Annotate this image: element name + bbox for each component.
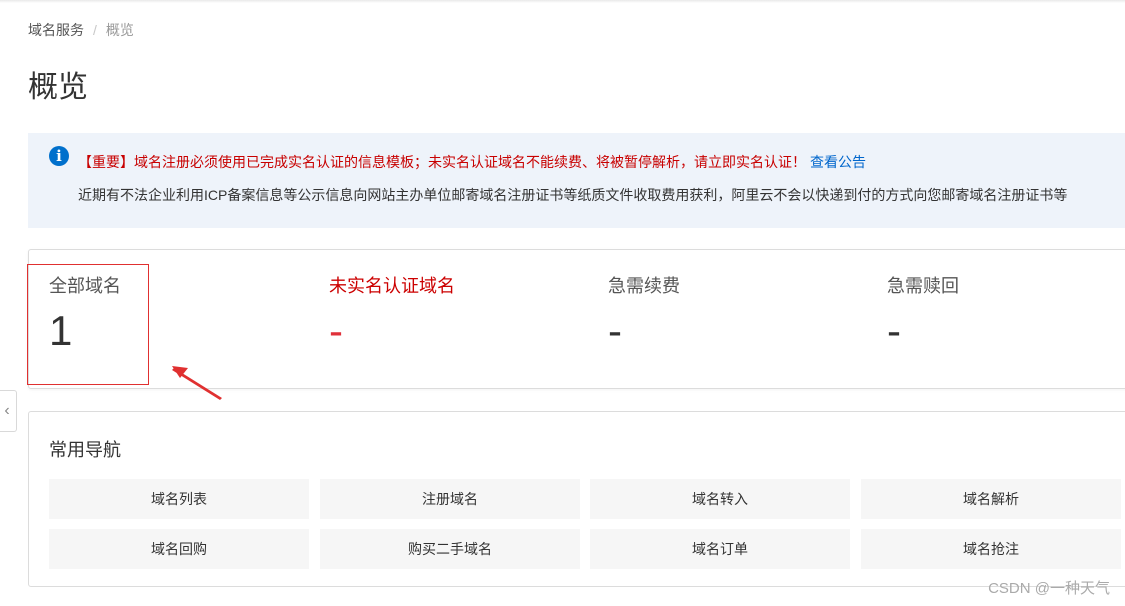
- stat-unverified-domains[interactable]: 未实名认证域名 -: [329, 272, 455, 352]
- nav-register-domain[interactable]: 注册域名: [320, 479, 580, 519]
- notice-banner: i 【重要】域名注册必须使用已完成实名认证的信息模板；未实名认证域名不能续费、将…: [28, 133, 1125, 228]
- stat-urgent-renewal[interactable]: 急需续费 -: [608, 272, 680, 352]
- breadcrumb-domain-service[interactable]: 域名服务: [28, 22, 84, 38]
- stat-label: 急需续费: [608, 276, 680, 296]
- nav-buy-used-domain[interactable]: 购买二手域名: [320, 529, 580, 569]
- breadcrumb-current: 概览: [105, 22, 134, 38]
- annotation-highlight-box: [27, 264, 149, 385]
- stat-urgent-redemption[interactable]: 急需赎回 -: [887, 272, 959, 352]
- watermark: CSDN @一种天气: [988, 580, 1110, 597]
- stat-value: -: [329, 307, 343, 354]
- chevron-left-icon: ‹: [4, 402, 10, 419]
- quick-nav-title: 常用导航: [49, 440, 121, 460]
- stat-value: -: [608, 307, 622, 354]
- red-arrow-annotation: [172, 366, 222, 400]
- breadcrumb-separator: /: [93, 22, 97, 38]
- notice-important-text: 【重要】域名注册必须使用已完成实名认证的信息模板；未实名认证域名不能续费、将被暂…: [78, 154, 806, 170]
- quick-nav-card: 常用导航 域名列表 注册域名 域名转入 域名解析 域名回购 购买二手域名 域名订…: [28, 411, 1125, 587]
- top-shadow: [0, 0, 1125, 3]
- page-title: 概览: [28, 71, 88, 104]
- nav-transfer-domain[interactable]: 域名转入: [590, 479, 850, 519]
- view-announcement-link[interactable]: 查看公告: [810, 154, 866, 170]
- nav-domain-list[interactable]: 域名列表: [49, 479, 309, 519]
- stat-label: 急需赎回: [887, 276, 959, 296]
- notice-fraud-warning: 近期有不法企业利用ICP备案信息等公示信息向网站主办单位邮寄域名注册证书等纸质文…: [78, 187, 1068, 203]
- notice-important-line: 【重要】域名注册必须使用已完成实名认证的信息模板；未实名认证域名不能续费、将被暂…: [78, 152, 866, 172]
- breadcrumb: 域名服务 / 概览: [28, 20, 134, 40]
- nav-domain-buyback[interactable]: 域名回购: [49, 529, 309, 569]
- info-icon: i: [49, 146, 69, 166]
- stat-label: 未实名认证域名: [329, 276, 455, 296]
- nav-dns-resolution[interactable]: 域名解析: [861, 479, 1121, 519]
- collapse-sidebar-button[interactable]: ‹: [0, 390, 17, 432]
- nav-domain-backorder[interactable]: 域名抢注: [861, 529, 1121, 569]
- nav-domain-orders[interactable]: 域名订单: [590, 529, 850, 569]
- stat-value: -: [887, 307, 901, 354]
